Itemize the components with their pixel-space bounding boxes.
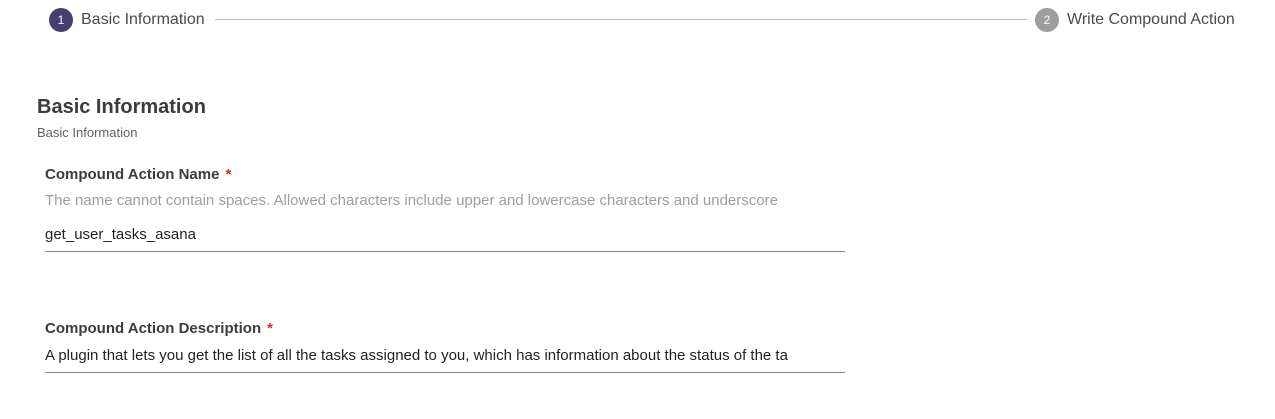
compound-action-description-field: Compound Action Description * [45,319,845,373]
required-mark: * [225,166,232,183]
field-label: Compound Action Description * [45,319,845,339]
field-label-text: Compound Action Name [45,166,220,183]
step-label: Write Compound Action [1067,11,1235,28]
compound-action-name-input[interactable] [45,224,845,252]
step-connector-line [215,19,1027,20]
step-number-badge: 2 [1035,8,1059,32]
section-subtitle: Basic Information [37,125,138,140]
required-mark: * [267,320,273,337]
stepper: 1 Basic Information 2 Write Compound Act… [0,0,1275,40]
step-basic-information[interactable]: 1 Basic Information [49,8,205,32]
section-title: Basic Information [37,96,206,118]
field-label: Compound Action Name * [45,165,845,185]
step-number-badge: 1 [49,8,73,32]
step-write-compound-action[interactable]: 2 Write Compound Action [1035,8,1235,32]
step-label: Basic Information [81,11,205,28]
compound-action-description-input[interactable] [45,345,845,373]
field-label-text: Compound Action Description [45,320,262,337]
field-hint: The name cannot contain spaces. Allowed … [45,192,778,209]
compound-action-name-field: Compound Action Name * The name cannot co… [45,165,845,252]
